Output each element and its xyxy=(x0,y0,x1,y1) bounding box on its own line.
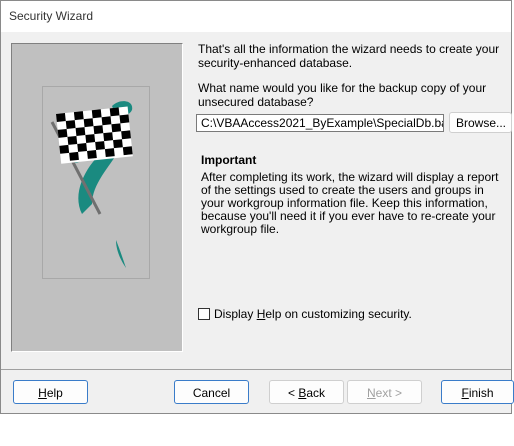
cancel-button[interactable]: Cancel xyxy=(174,380,249,404)
backup-name-question: What name would you like for the backup … xyxy=(198,81,487,109)
security-wizard-window: Security Wizard That's all the informati… xyxy=(0,0,514,414)
next-button[interactable]: Next > xyxy=(347,380,422,404)
wizard-intro-text: That's all the information the wizard ne… xyxy=(198,42,500,70)
help-button[interactable]: Help xyxy=(13,380,88,404)
wizard-image-panel xyxy=(11,43,183,352)
display-help-checkbox[interactable] xyxy=(198,308,210,320)
footer-buttons: Help Cancel < Back Next > Finish xyxy=(1,370,514,446)
checkered-flag-icon xyxy=(50,101,133,268)
important-note: After completing its work, the wizard wi… xyxy=(201,170,499,236)
finish-button[interactable]: Finish xyxy=(441,380,514,404)
title-bar[interactable]: Security Wizard xyxy=(1,1,511,32)
window-title: Security Wizard xyxy=(9,9,94,23)
browse-button[interactable]: Browse... xyxy=(449,112,512,133)
back-button[interactable]: < Back xyxy=(269,380,344,404)
important-heading: Important xyxy=(201,153,257,167)
display-help-label[interactable]: Display Help on customizing security. xyxy=(214,307,412,321)
backup-path-input[interactable]: C:\VBAAccess2021_ByExample\SpecialDb.bak xyxy=(196,114,444,132)
